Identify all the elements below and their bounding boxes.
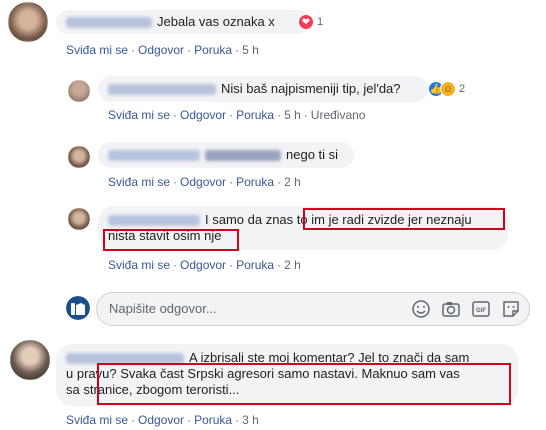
tagged-user[interactable] [205, 150, 281, 162]
timestamp[interactable]: 2 h [284, 175, 301, 189]
message-button[interactable]: Poruka [194, 43, 232, 57]
comment-text: nego ti si [286, 147, 339, 162]
avatar[interactable] [8, 2, 48, 42]
separator: · [187, 413, 192, 427]
avatar[interactable] [68, 80, 90, 102]
separator: · [187, 43, 192, 57]
haha-reaction-icon: ☺ [440, 81, 456, 97]
author-name[interactable] [108, 84, 216, 96]
message-button[interactable]: Poruka [236, 108, 274, 122]
like-button[interactable]: Sviđa mi se [108, 258, 170, 272]
comment-text: nista stavit osim nje [108, 228, 222, 243]
reaction-count: 2 [459, 83, 466, 95]
separator: · [229, 175, 234, 189]
emoji-icon[interactable] [411, 299, 431, 319]
reply-button[interactable]: Odgovor [138, 43, 184, 57]
separator: · [235, 413, 240, 427]
separator: · [235, 43, 240, 57]
separator: · [173, 258, 178, 272]
author-name[interactable] [108, 215, 200, 227]
like-button[interactable]: Sviđa mi se [66, 413, 128, 427]
comment-text: to im je radi zvizde jer neznaju [296, 212, 472, 227]
comment-text: I samo da znas [205, 212, 297, 227]
comment-actions: Sviđa mi se · Odgovor · Poruka · 5 h [66, 43, 259, 57]
author-name[interactable] [66, 353, 184, 365]
comment-bubble: I samo da znas to im je radi zvizde jer … [98, 206, 508, 250]
like-button[interactable]: Sviđa mi se [108, 108, 170, 122]
like-button[interactable]: Sviđa mi se [108, 175, 170, 189]
avatar[interactable] [68, 146, 90, 168]
timestamp[interactable]: 3 h [242, 413, 259, 427]
sticker-icon[interactable] [501, 299, 521, 319]
svg-text:GIF: GIF [476, 308, 486, 314]
comment-actions: Sviđa mi se · Odgovor · Poruka · 3 h [66, 413, 259, 427]
comment-text: u pravu? [66, 366, 121, 381]
author-name[interactable] [108, 150, 200, 162]
reply-button[interactable]: Odgovor [180, 108, 226, 122]
comment-actions: Sviđa mi se · Odgovor · Poruka · 5 h · Uređivano [108, 108, 365, 122]
comment-bubble: A izbrisali ste moj komentar? Jel to zna… [56, 344, 518, 406]
separator: · [277, 108, 282, 122]
timestamp[interactable]: 2 h [284, 258, 301, 272]
message-button[interactable]: Poruka [236, 175, 274, 189]
separator: · [173, 108, 178, 122]
comment-bubble: Nisi baš najpismeniji tip, jel'da? [98, 76, 428, 102]
gif-icon[interactable]: GIF [471, 299, 491, 319]
comment-text: A izbrisali ste moj komentar? Jel to zna… [189, 350, 470, 365]
camera-icon[interactable] [441, 299, 461, 319]
like-button[interactable]: Sviđa mi se [66, 43, 128, 57]
message-button[interactable]: Poruka [236, 258, 274, 272]
comment-bubble: nego ti si [98, 142, 354, 168]
reaction-summary[interactable]: ❤ 1 [298, 14, 323, 30]
reply-button[interactable]: Odgovor [138, 413, 184, 427]
separator: · [173, 175, 178, 189]
separator: · [229, 108, 234, 122]
avatar[interactable] [10, 340, 50, 380]
comment-actions: Sviđa mi se · Odgovor · Poruka · 2 h [108, 258, 301, 272]
separator: · [131, 43, 136, 57]
reply-input-box[interactable]: GIF [96, 292, 530, 326]
comment-actions: Sviđa mi se · Odgovor · Poruka · 2 h [108, 175, 301, 189]
comment-text: sa stranice, zbogom teroristi... [66, 382, 240, 397]
timestamp[interactable]: 5 h [284, 108, 301, 122]
separator: · [131, 413, 136, 427]
comment-bubble: Jebala vas oznaka x [56, 10, 310, 34]
avatar[interactable] [68, 208, 90, 230]
reaction-summary[interactable]: 👍 ☺ 2 [428, 81, 465, 97]
comment-text: Jebala vas oznaka x [157, 14, 275, 29]
separator: · [229, 258, 234, 272]
separator: · [303, 108, 308, 122]
love-reaction-icon: ❤ [298, 14, 314, 30]
user-avatar-icon [66, 296, 90, 320]
reaction-count: 1 [317, 16, 324, 28]
edited-label[interactable]: Uređivano [311, 108, 366, 122]
reply-input[interactable] [109, 301, 349, 316]
author-name[interactable] [66, 17, 152, 29]
comment-text: Nisi baš najpismeniji tip, jel'da? [221, 81, 401, 96]
separator: · [277, 258, 282, 272]
message-button[interactable]: Poruka [194, 413, 232, 427]
comment-text: Svaka čast Srpski agresori samo nastavi.… [120, 366, 460, 381]
reply-button[interactable]: Odgovor [180, 258, 226, 272]
separator: · [277, 175, 282, 189]
reply-button[interactable]: Odgovor [180, 175, 226, 189]
timestamp[interactable]: 5 h [242, 43, 259, 57]
avatar [66, 296, 90, 320]
